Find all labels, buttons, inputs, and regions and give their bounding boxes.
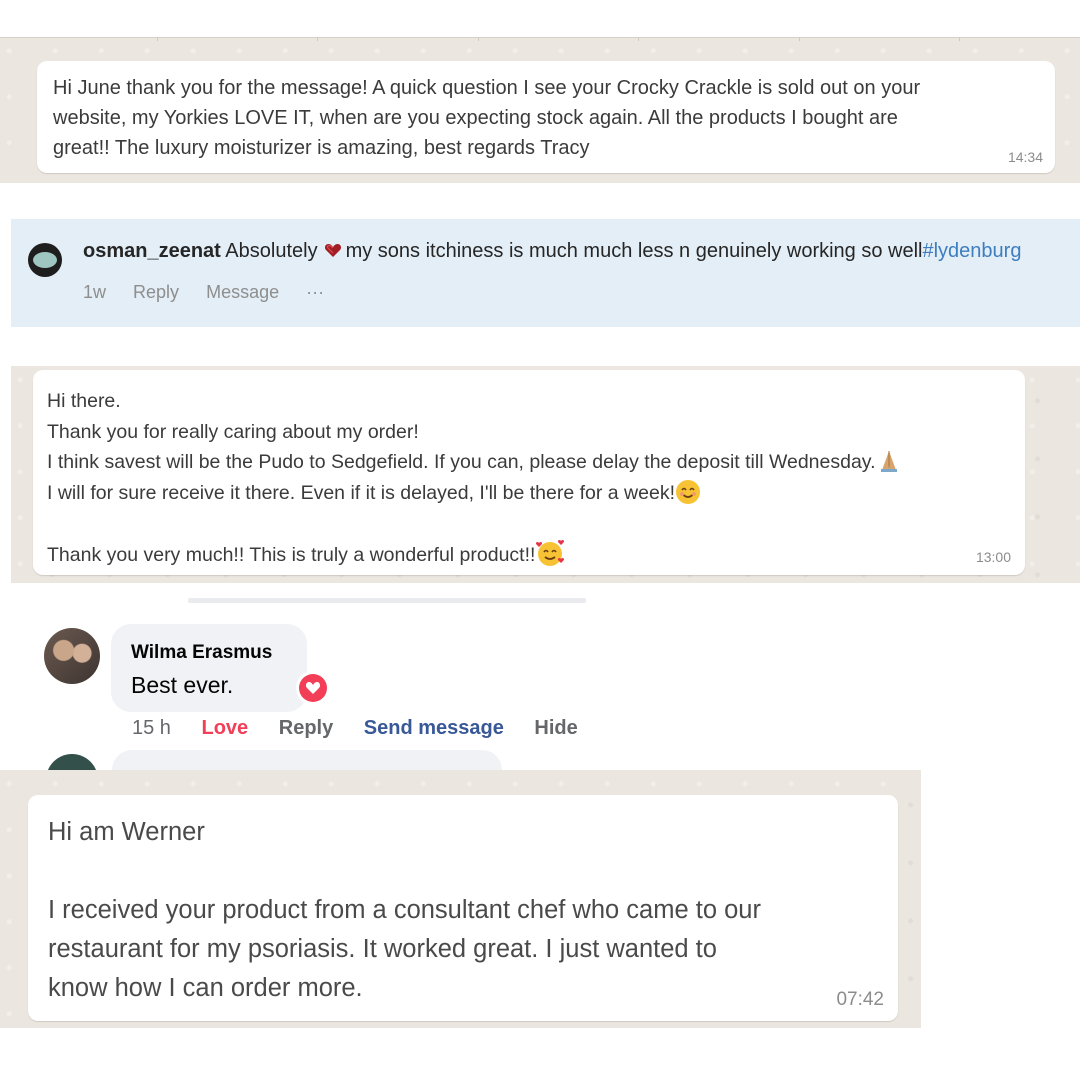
hashtag-link[interactable]: #lydenburg <box>922 240 1021 262</box>
hide-button[interactable]: Hide <box>534 717 577 739</box>
divider <box>188 598 586 603</box>
love-reaction-icon[interactable] <box>296 671 330 705</box>
message-bubble: Hi there. Thank you for really caring ab… <box>33 370 1025 575</box>
comment-body-start: Absolutely <box>225 240 318 262</box>
message-time: 07:42 <box>836 989 884 1010</box>
comment-actions: 1w Reply Message ··· <box>83 282 346 303</box>
whatsapp-chat-sedgefield: Hi there. Thank you for really caring ab… <box>11 366 1080 583</box>
message-line: I will for sure receive it there. Even i… <box>47 481 675 504</box>
folded-hands-emoji <box>876 448 902 474</box>
message-time: 13:00 <box>975 549 1011 565</box>
comment-text: Best ever. <box>131 672 234 698</box>
divider-tick <box>157 37 158 41</box>
message-line: Thank you for really caring about my ord… <box>47 420 419 443</box>
divider <box>0 37 1080 38</box>
avatar[interactable] <box>28 243 62 277</box>
facebook-comment-bubble: Wilma Erasmus Best ever. <box>111 624 307 712</box>
avatar[interactable] <box>44 628 100 684</box>
red-heart-stack-emoji <box>324 241 342 257</box>
comment-time[interactable]: 15 h <box>132 717 171 739</box>
divider-tick <box>317 37 318 41</box>
reply-button[interactable]: Reply <box>133 282 179 302</box>
divider-tick <box>799 37 800 41</box>
smiling-face-emoji <box>675 479 701 505</box>
message-text: Hi am Werner I received your product fro… <box>48 818 761 1002</box>
message-bubble: Hi am Werner I received your product fro… <box>28 795 898 1021</box>
message-bubble: Hi June thank you for the message! A qui… <box>37 61 1055 173</box>
more-options-icon[interactable]: ··· <box>306 282 324 302</box>
message-text: Hi there. Thank you for really caring ab… <box>47 386 1011 570</box>
comment-body-end: my sons itchiness is much much less n ge… <box>345 240 923 262</box>
love-button[interactable]: Love <box>202 717 249 739</box>
reply-button[interactable]: Reply <box>279 717 333 739</box>
message-line: Hi there. <box>47 390 121 412</box>
comment-text: osman_zeenat Absolutely my sons itchiness… <box>83 240 1021 263</box>
divider-tick <box>638 37 639 41</box>
whatsapp-chat-tracy: Hi June thank you for the message! A qui… <box>0 37 1080 183</box>
instagram-comment: osman_zeenat Absolutely my sons itchiness… <box>11 219 1080 327</box>
smiling-face-with-hearts-emoji <box>535 539 565 566</box>
message-time: 14:34 <box>1007 149 1043 165</box>
send-message-button[interactable]: Send message <box>364 717 504 739</box>
whatsapp-chat-werner: Hi am Werner I received your product fro… <box>0 770 921 1028</box>
comment-age: 1w <box>83 282 107 302</box>
message-line: Thank you very much!! This is truly a wo… <box>47 543 536 566</box>
commenter-name[interactable]: Wilma Erasmus <box>131 642 272 664</box>
username[interactable]: osman_zeenat <box>83 240 221 262</box>
comment-actions: 15 h Love Reply Send message Hide <box>132 717 603 740</box>
message-text: Hi June thank you for the message! A qui… <box>53 77 921 159</box>
message-button[interactable]: Message <box>206 282 279 302</box>
message-line: I think savest will be the Pudo to Sedge… <box>47 451 876 473</box>
divider-tick <box>959 37 960 41</box>
divider-tick <box>478 37 479 41</box>
